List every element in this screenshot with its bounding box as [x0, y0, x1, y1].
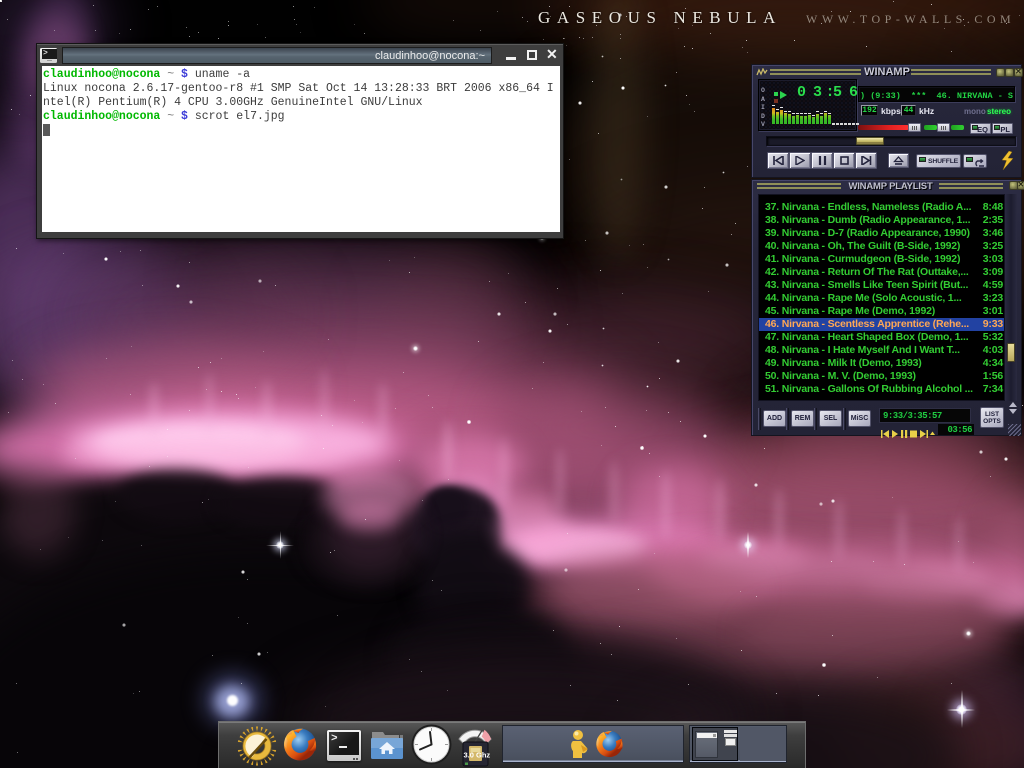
svg-text:3.0 Ghz: 3.0 Ghz [464, 751, 491, 760]
